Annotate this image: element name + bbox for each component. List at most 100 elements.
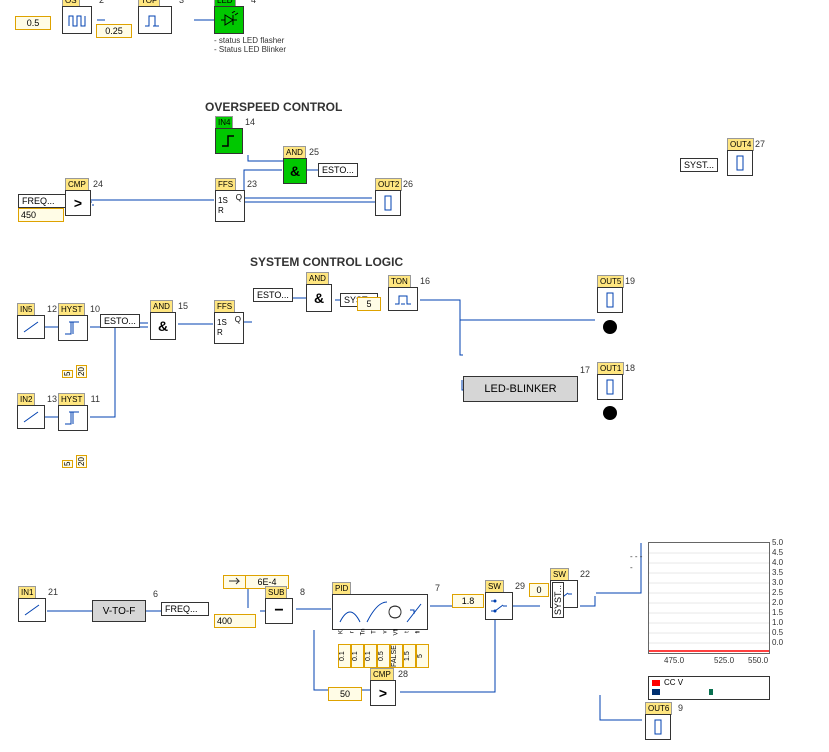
legend-ccv: CC V — [664, 678, 683, 687]
ton-id: 16 — [420, 276, 430, 286]
out1-block[interactable]: OUT1 18 — [597, 374, 623, 400]
out6-id: 9 — [678, 703, 683, 713]
in1-block[interactable]: IN1 21 — [18, 598, 46, 622]
gy10: 0.0 — [772, 638, 783, 647]
cmp24-block[interactable]: CMP 24 > — [65, 190, 91, 216]
pid-block[interactable]: PID 7 — [332, 594, 428, 630]
pid-p0[interactable]: 0.1 — [338, 644, 351, 668]
freq-label[interactable]: FREQ... — [161, 602, 209, 616]
ledblinker-id: 17 — [580, 365, 590, 375]
ledblinker-block[interactable]: 17 LED-BLINKER — [463, 376, 578, 402]
pid-p5[interactable]: 1.5 — [403, 644, 416, 668]
out1-circle — [603, 406, 617, 420]
out2-block[interactable]: OUT2 26 — [375, 190, 401, 216]
out5-id: 19 — [625, 276, 635, 286]
and-top-sym: & — [306, 284, 332, 312]
and-top-block[interactable]: AND & — [306, 284, 332, 312]
syst-vert[interactable]: SYST... — [552, 582, 564, 618]
sw22-id: 22 — [580, 569, 590, 579]
gx1: 525.0 — [714, 656, 734, 665]
dashes1: - - - — [630, 552, 642, 561]
esto-top-label[interactable]: ESTO... — [253, 288, 293, 302]
graph[interactable] — [648, 542, 770, 654]
in5-block[interactable]: IN5 12 — [17, 315, 45, 339]
sub-id: 8 — [300, 587, 305, 597]
vtof-id: 6 — [153, 589, 158, 599]
led-block[interactable]: LED 4 — [214, 6, 244, 34]
cmp28-sym: > — [370, 680, 396, 706]
cmp28-block[interactable]: CMP 28 > — [370, 680, 396, 706]
sw29-block[interactable]: SW 29 — [485, 592, 513, 620]
cmp24-freq-label[interactable]: FREQ... — [18, 194, 66, 208]
cmp28-id: 28 — [398, 669, 408, 679]
sub-400[interactable]: 400 — [214, 614, 256, 628]
in4-block[interactable]: IN4 14 — [215, 128, 243, 154]
ffs20-1s: 1S — [217, 318, 227, 328]
esto25-label[interactable]: ESTO... — [318, 163, 358, 177]
out5-circle — [603, 320, 617, 334]
and25-block[interactable]: AND 25 & — [283, 158, 307, 184]
pid-p6[interactable]: 5 — [416, 644, 429, 668]
out2-id: 26 — [403, 179, 413, 189]
osc-block[interactable]: OS 2 — [62, 6, 92, 34]
pid-p1[interactable]: 0.1 — [351, 644, 364, 668]
hyst11-block[interactable]: HYST 11 — [58, 405, 88, 431]
gx2: 550.0 — [748, 656, 768, 665]
osc-id: 2 — [99, 0, 104, 5]
ffs23-id: 23 — [247, 179, 257, 189]
ton-block[interactable]: TON 16 — [388, 287, 418, 311]
ton-param[interactable]: 5 — [357, 297, 381, 311]
pid-l-t: T — [372, 627, 378, 638]
ffs23-q: Q — [236, 193, 242, 202]
in1-id: 21 — [48, 587, 58, 597]
hyst11-p2[interactable]: 20 — [76, 455, 87, 468]
ffs20-q: Q — [235, 315, 241, 324]
pid-p2[interactable]: 0.1 — [364, 644, 377, 668]
tof-id: 3 — [179, 0, 184, 5]
pid-p4[interactable]: FALSE — [390, 644, 403, 668]
sub-block[interactable]: SUB 8 − — [265, 598, 293, 624]
section-overspeed: OVERSPEED CONTROL — [205, 100, 342, 114]
pid-p3[interactable]: 0.5 — [377, 644, 390, 668]
tof-param[interactable]: 0.25 — [96, 24, 132, 38]
and15-block[interactable]: AND 15 & — [150, 312, 176, 340]
in4-id: 14 — [245, 117, 255, 127]
and15-sym: & — [150, 312, 176, 340]
out5-block[interactable]: OUT5 19 — [597, 287, 623, 313]
sw22-param[interactable]: 0 — [529, 583, 549, 597]
cmp28-param[interactable]: 50 — [328, 687, 362, 701]
out6-block[interactable]: OUT6 9 — [645, 714, 671, 740]
tof-block[interactable]: TOF 3 — [138, 6, 172, 34]
hyst11-p1[interactable]: 5 — [62, 460, 73, 468]
hyst10-id: 10 — [90, 304, 100, 314]
ledblinker-label: LED-BLINKER — [463, 376, 578, 402]
gy3: 3.5 — [772, 568, 783, 577]
ffs23-block[interactable]: FFS 23 1S R Q — [215, 190, 245, 222]
sw29-param[interactable]: 1.8 — [452, 594, 484, 608]
sub-top-arrow[interactable] — [223, 575, 247, 589]
gy0: 5.0 — [772, 538, 783, 547]
gy5: 2.5 — [772, 588, 783, 597]
led-sub1: - status LED flasher — [214, 36, 284, 45]
out4-block[interactable]: OUT4 27 — [727, 150, 753, 176]
hyst10-p2[interactable]: 20 — [76, 365, 87, 378]
ffs20-block[interactable]: FFS 1S R Q — [214, 312, 244, 344]
pid-l-v: v — [383, 627, 389, 638]
esto15-label[interactable]: ESTO... — [100, 314, 140, 328]
ffs20-r: R — [217, 328, 227, 338]
gy7: 1.5 — [772, 608, 783, 617]
hyst10-block[interactable]: HYST 10 — [58, 315, 88, 341]
pid-l-r: r — [350, 627, 356, 638]
and25-id: 25 — [309, 147, 319, 157]
out4-syst-label[interactable]: SYST... — [680, 158, 718, 172]
gy2: 4.0 — [772, 558, 783, 567]
pid-id: 7 — [435, 583, 440, 593]
in2-block[interactable]: IN2 13 — [17, 405, 45, 429]
hyst10-p1[interactable]: 5 — [62, 370, 73, 378]
gy1: 4.5 — [772, 548, 783, 557]
vtof-block[interactable]: 6 V-TO-F — [92, 600, 146, 622]
cmp24-param[interactable]: 450 — [18, 208, 64, 222]
osc-param[interactable]: 0.5 — [15, 16, 51, 30]
vtof-label: V-TO-F — [92, 600, 146, 622]
out1-id: 18 — [625, 363, 635, 373]
